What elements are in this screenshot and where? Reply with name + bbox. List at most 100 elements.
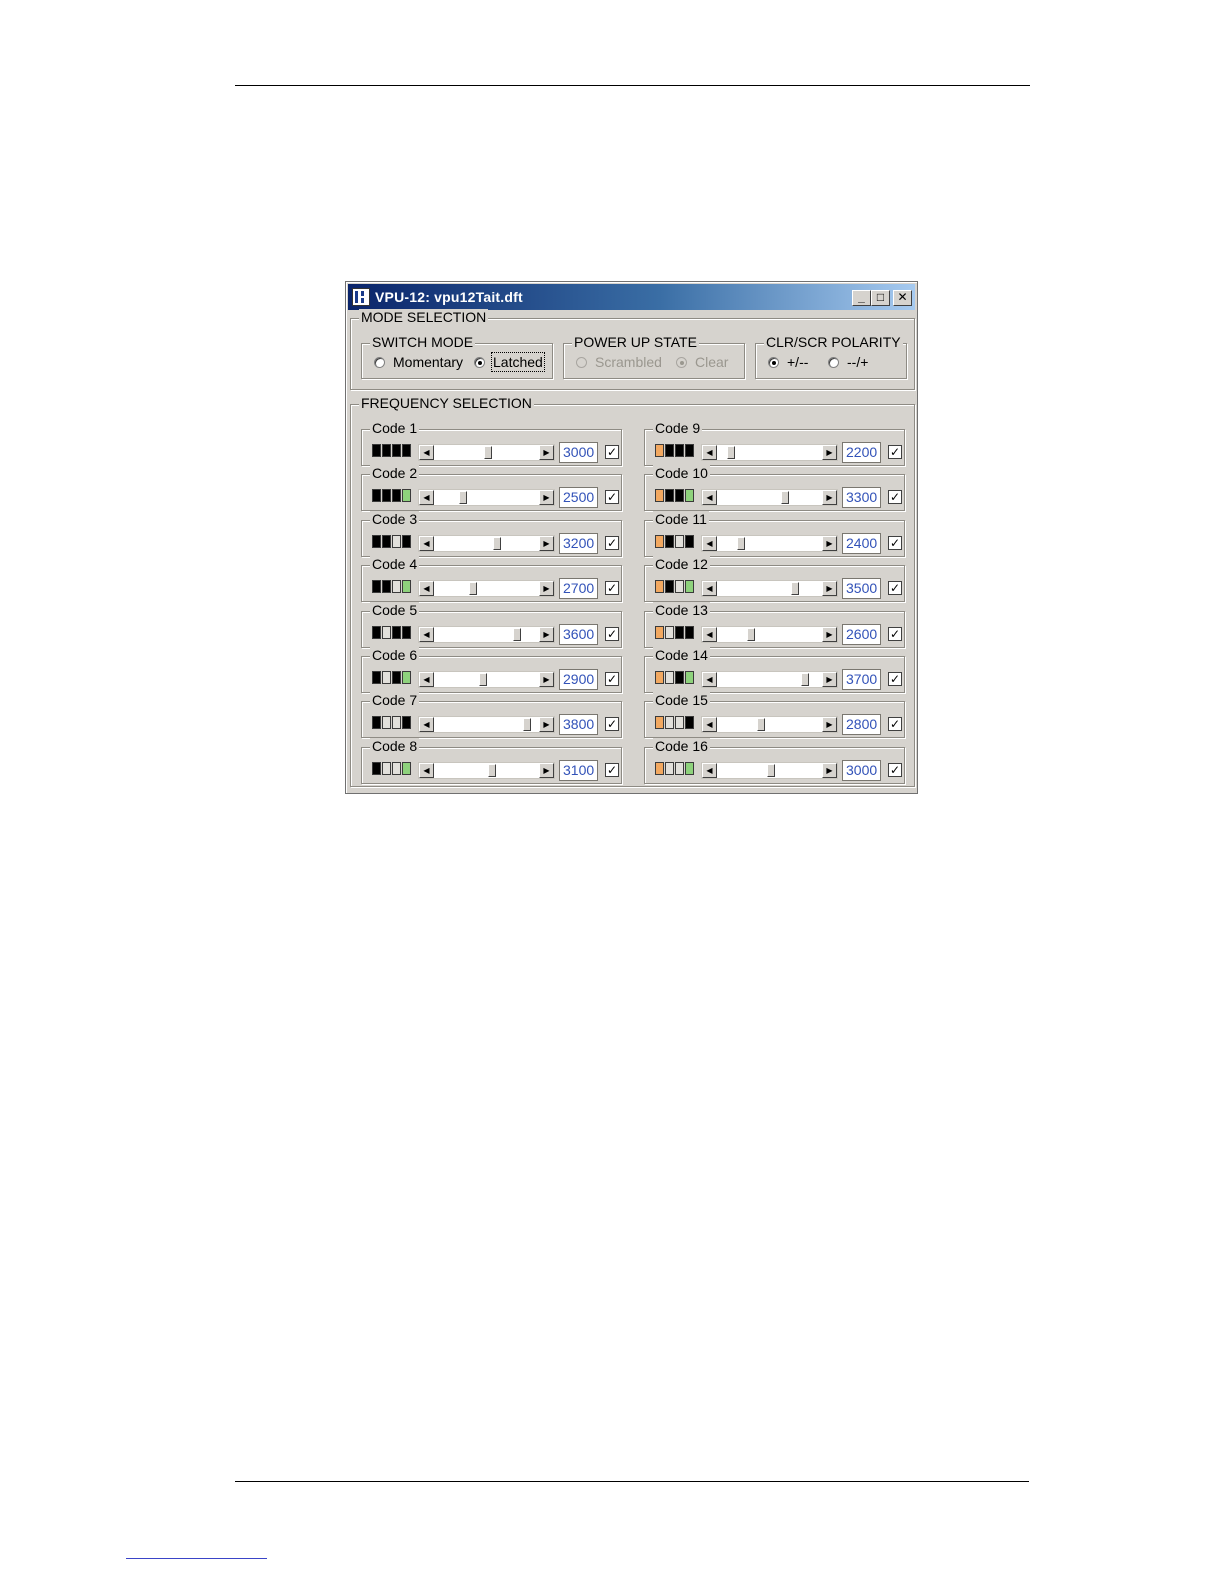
slider-thumb[interactable] [747, 628, 755, 641]
code-4-frequency-slider[interactable]: ◀ ▶ [418, 580, 555, 597]
scroll-left-arrow-icon[interactable]: ◀ [702, 672, 717, 687]
code-2-frequency-value[interactable]: 2500 [559, 487, 598, 508]
scroll-left-arrow-icon[interactable]: ◀ [702, 536, 717, 551]
code-3-frequency-value[interactable]: 3200 [559, 533, 598, 554]
code-16-frequency-slider[interactable]: ◀ ▶ [701, 762, 838, 779]
scroll-left-arrow-icon[interactable]: ◀ [702, 445, 717, 460]
scroll-right-arrow-icon[interactable]: ▶ [539, 536, 554, 551]
radio-minus-plus[interactable]: --/+ [828, 354, 868, 370]
code-14-frequency-value[interactable]: 3700 [842, 669, 881, 690]
radio-momentary[interactable]: Momentary [374, 354, 463, 370]
scroll-left-arrow-icon[interactable]: ◀ [702, 490, 717, 505]
code-13-enable-checkbox[interactable]: ✓ [888, 627, 902, 641]
code-9-frequency-value[interactable]: 2200 [842, 442, 881, 463]
code-13-frequency-slider[interactable]: ◀ ▶ [701, 626, 838, 643]
code-7-enable-checkbox[interactable]: ✓ [605, 717, 619, 731]
code-5-frequency-slider[interactable]: ◀ ▶ [418, 626, 555, 643]
code-7-frequency-value[interactable]: 3800 [559, 714, 598, 735]
scroll-left-arrow-icon[interactable]: ◀ [419, 536, 434, 551]
code-13-frequency-value[interactable]: 2600 [842, 624, 881, 645]
scroll-left-arrow-icon[interactable]: ◀ [419, 445, 434, 460]
radio-plus-minus[interactable]: +/-- [768, 354, 808, 370]
code-3-frequency-slider[interactable]: ◀ ▶ [418, 535, 555, 552]
code-14-enable-checkbox[interactable]: ✓ [888, 672, 902, 686]
code-9-frequency-slider[interactable]: ◀ ▶ [701, 444, 838, 461]
code-16-frequency-value[interactable]: 3000 [842, 760, 881, 781]
code-11-frequency-slider[interactable]: ◀ ▶ [701, 535, 838, 552]
scroll-left-arrow-icon[interactable]: ◀ [702, 581, 717, 596]
radio-scrambled[interactable]: Scrambled [576, 354, 662, 370]
code-12-enable-checkbox[interactable]: ✓ [888, 581, 902, 595]
title-bar[interactable]: VPU-12: vpu12Tait.dft _ □ ✕ [348, 284, 915, 310]
scroll-right-arrow-icon[interactable]: ▶ [822, 672, 837, 687]
scroll-left-arrow-icon[interactable]: ◀ [419, 581, 434, 596]
slider-thumb[interactable] [493, 537, 501, 550]
close-button[interactable]: ✕ [893, 290, 912, 306]
code-10-enable-checkbox[interactable]: ✓ [888, 490, 902, 504]
code-5-enable-checkbox[interactable]: ✓ [605, 627, 619, 641]
scroll-left-arrow-icon[interactable]: ◀ [419, 717, 434, 732]
code-11-enable-checkbox[interactable]: ✓ [888, 536, 902, 550]
radio-latched[interactable]: Latched [474, 352, 545, 372]
slider-thumb[interactable] [791, 582, 799, 595]
scroll-left-arrow-icon[interactable]: ◀ [702, 763, 717, 778]
code-15-frequency-slider[interactable]: ◀ ▶ [701, 716, 838, 733]
code-1-frequency-slider[interactable]: ◀ ▶ [418, 444, 555, 461]
code-6-frequency-slider[interactable]: ◀ ▶ [418, 671, 555, 688]
slider-thumb[interactable] [523, 718, 531, 731]
scroll-right-arrow-icon[interactable]: ▶ [822, 717, 837, 732]
scroll-right-arrow-icon[interactable]: ▶ [822, 490, 837, 505]
code-8-frequency-slider[interactable]: ◀ ▶ [418, 762, 555, 779]
scroll-left-arrow-icon[interactable]: ◀ [419, 627, 434, 642]
scroll-right-arrow-icon[interactable]: ▶ [539, 763, 554, 778]
radio-clear[interactable]: Clear [676, 354, 728, 370]
code-11-frequency-value[interactable]: 2400 [842, 533, 881, 554]
scroll-left-arrow-icon[interactable]: ◀ [419, 490, 434, 505]
scroll-right-arrow-icon[interactable]: ▶ [822, 627, 837, 642]
scroll-left-arrow-icon[interactable]: ◀ [702, 717, 717, 732]
slider-thumb[interactable] [469, 582, 477, 595]
code-16-enable-checkbox[interactable]: ✓ [888, 763, 902, 777]
scroll-right-arrow-icon[interactable]: ▶ [822, 581, 837, 596]
scroll-right-arrow-icon[interactable]: ▶ [539, 445, 554, 460]
code-12-frequency-slider[interactable]: ◀ ▶ [701, 580, 838, 597]
code-2-enable-checkbox[interactable]: ✓ [605, 490, 619, 504]
code-4-enable-checkbox[interactable]: ✓ [605, 581, 619, 595]
maximize-button[interactable]: □ [871, 290, 890, 306]
scroll-right-arrow-icon[interactable]: ▶ [539, 581, 554, 596]
slider-thumb[interactable] [479, 673, 487, 686]
code-7-frequency-slider[interactable]: ◀ ▶ [418, 716, 555, 733]
code-15-frequency-value[interactable]: 2800 [842, 714, 881, 735]
code-10-frequency-slider[interactable]: ◀ ▶ [701, 489, 838, 506]
code-2-frequency-slider[interactable]: ◀ ▶ [418, 489, 555, 506]
code-4-frequency-value[interactable]: 2700 [559, 578, 598, 599]
slider-thumb[interactable] [513, 628, 521, 641]
scroll-right-arrow-icon[interactable]: ▶ [539, 672, 554, 687]
minimize-button[interactable]: _ [852, 290, 871, 306]
code-1-enable-checkbox[interactable]: ✓ [605, 445, 619, 459]
code-9-enable-checkbox[interactable]: ✓ [888, 445, 902, 459]
scroll-right-arrow-icon[interactable]: ▶ [822, 445, 837, 460]
scroll-right-arrow-icon[interactable]: ▶ [822, 536, 837, 551]
scroll-left-arrow-icon[interactable]: ◀ [419, 672, 434, 687]
code-1-frequency-value[interactable]: 3000 [559, 442, 598, 463]
slider-thumb[interactable] [459, 491, 467, 504]
scroll-right-arrow-icon[interactable]: ▶ [539, 627, 554, 642]
slider-thumb[interactable] [727, 446, 735, 459]
scroll-left-arrow-icon[interactable]: ◀ [702, 627, 717, 642]
code-6-frequency-value[interactable]: 2900 [559, 669, 598, 690]
slider-thumb[interactable] [737, 537, 745, 550]
slider-thumb[interactable] [488, 764, 496, 777]
slider-thumb[interactable] [757, 718, 765, 731]
scroll-left-arrow-icon[interactable]: ◀ [419, 763, 434, 778]
scroll-right-arrow-icon[interactable]: ▶ [822, 763, 837, 778]
code-15-enable-checkbox[interactable]: ✓ [888, 717, 902, 731]
code-5-frequency-value[interactable]: 3600 [559, 624, 598, 645]
slider-thumb[interactable] [801, 673, 809, 686]
code-6-enable-checkbox[interactable]: ✓ [605, 672, 619, 686]
code-8-frequency-value[interactable]: 3100 [559, 760, 598, 781]
code-14-frequency-slider[interactable]: ◀ ▶ [701, 671, 838, 688]
slider-thumb[interactable] [781, 491, 789, 504]
code-10-frequency-value[interactable]: 3300 [842, 487, 881, 508]
slider-thumb[interactable] [484, 446, 492, 459]
